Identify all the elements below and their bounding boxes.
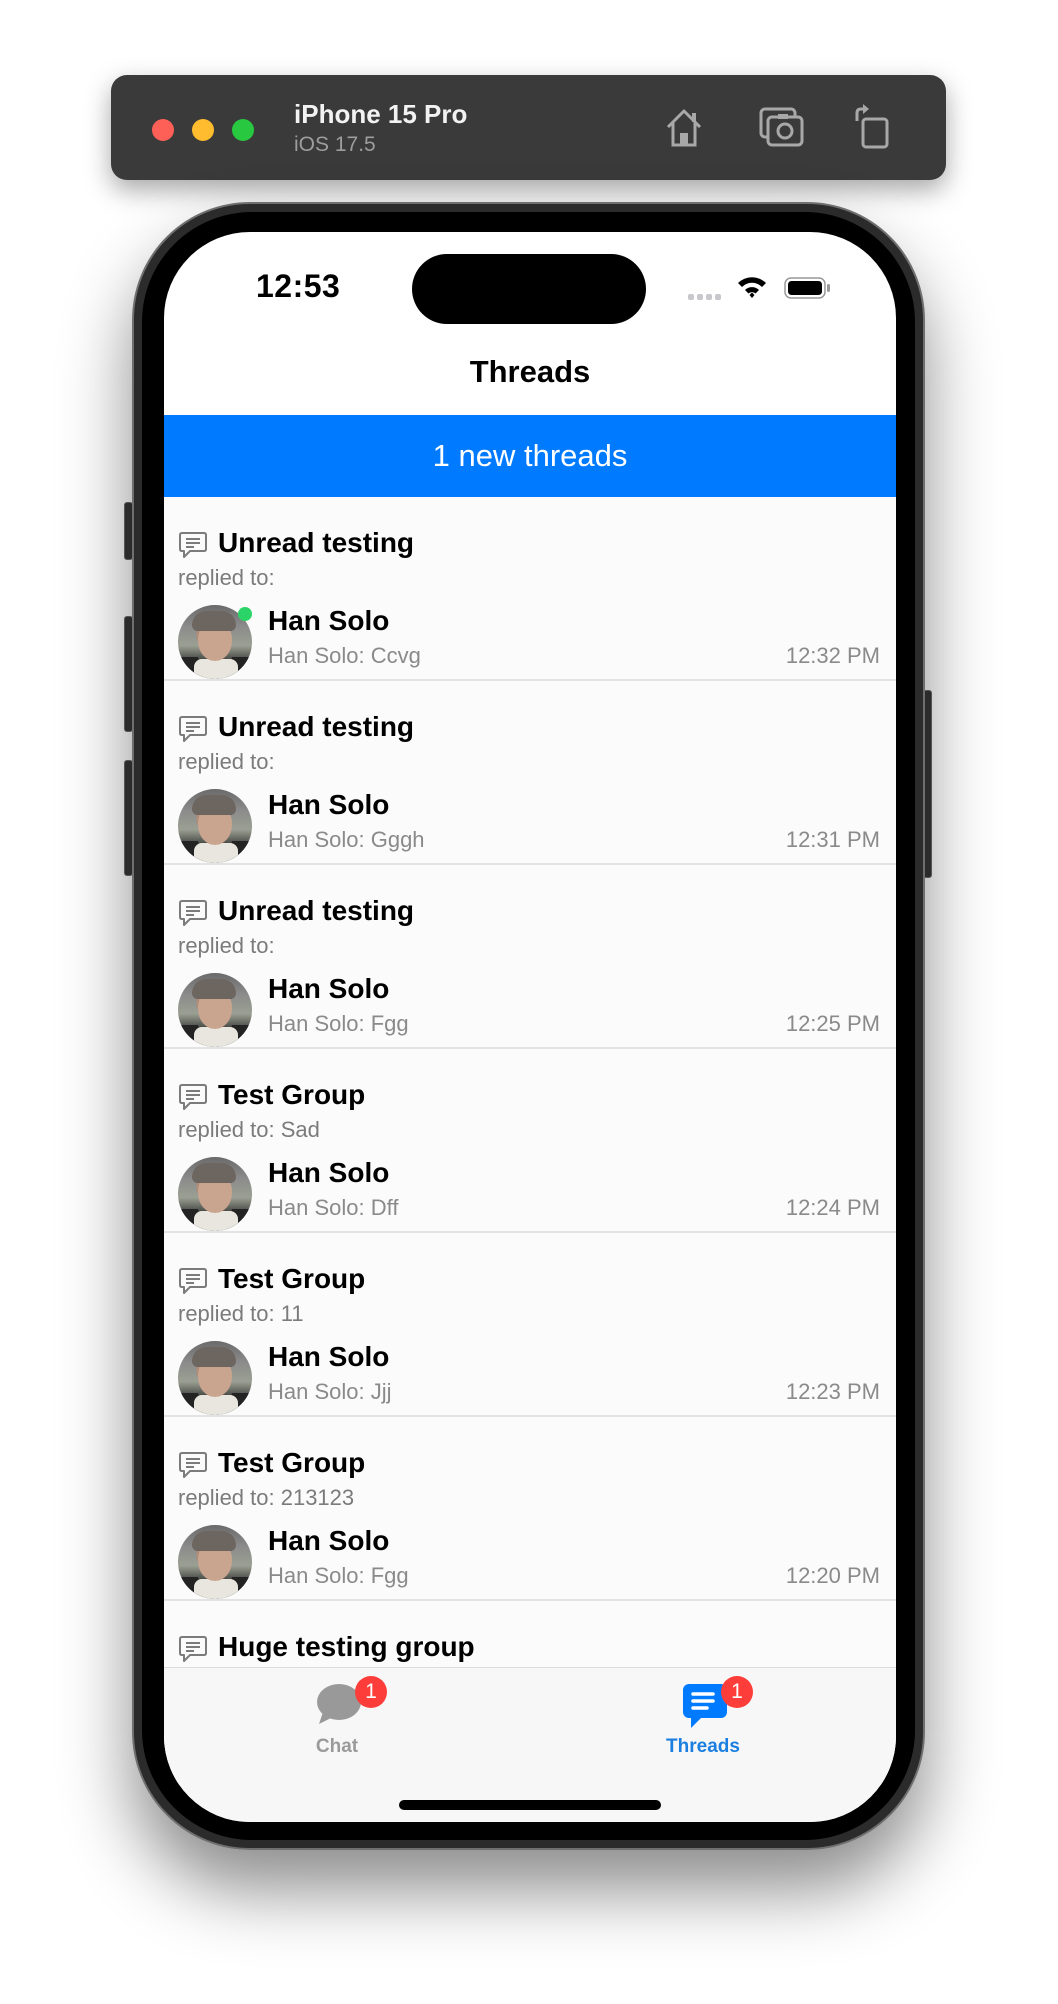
avatar	[178, 1157, 252, 1231]
thread-row[interactable]: Unread testing replied to: Han Solo Han …	[164, 681, 896, 865]
user-name: Han Solo	[268, 1525, 390, 1556]
home-button[interactable]	[660, 103, 708, 151]
last-message: Han Solo: Gggh	[268, 827, 425, 852]
avatar	[178, 1341, 252, 1415]
cellular-signal-icon	[688, 294, 721, 300]
thread-row[interactable]: Test Group replied to: 213123 Han Solo H…	[164, 1417, 896, 1601]
last-message: Han Solo: Dff	[268, 1195, 399, 1220]
close-window-button[interactable]	[152, 119, 174, 141]
thread-title: Unread testing	[218, 895, 415, 926]
thread-icon	[179, 532, 207, 558]
home-icon	[666, 109, 702, 147]
avatar	[178, 789, 252, 863]
minimize-window-button[interactable]	[192, 119, 214, 141]
os-version: iOS 17.5	[294, 133, 376, 156]
tab-label: Chat	[315, 1736, 359, 1757]
device-name: iPhone 15 Pro	[294, 99, 468, 129]
thread-icon	[179, 1636, 207, 1662]
thread-title: Test Group	[218, 1447, 366, 1478]
thread-row[interactable]: Test Group replied to: Sad Han Solo Han …	[164, 1049, 896, 1233]
message-time: 12:24 PM	[785, 1195, 880, 1220]
avatar	[178, 973, 252, 1047]
phone-screen: 12:53 Threads 1 new threads Unread testi…	[164, 232, 896, 1822]
message-time: 12:32 PM	[785, 643, 880, 668]
avatar	[178, 1525, 252, 1599]
tab-threads[interactable]: 1 Threads	[603, 1668, 803, 1768]
dynamic-island	[412, 254, 646, 324]
battery-icon	[784, 277, 830, 299]
thread-row[interactable]: Test Group replied to: 11 Han Solo Han S…	[164, 1233, 896, 1417]
thread-icon	[179, 900, 207, 926]
thread-list: Unread testing replied to: Han Solo Han …	[164, 497, 896, 1785]
user-name: Han Solo	[268, 973, 390, 1004]
message-time: 12:25 PM	[785, 1011, 880, 1036]
online-status-indicator	[238, 607, 252, 621]
tab-label: Threads	[666, 1736, 740, 1757]
new-threads-banner[interactable]: 1 new threads	[164, 415, 896, 497]
rotate-icon	[855, 104, 889, 149]
threads-unread-badge: 1	[721, 1676, 753, 1708]
message-time: 12:23 PM	[785, 1379, 880, 1404]
page-title: Threads	[469, 354, 591, 389]
message-time: 12:31 PM	[785, 827, 880, 852]
thread-title: Test Group	[218, 1263, 366, 1294]
screenshot-icon	[759, 107, 804, 147]
thread-icon	[179, 716, 207, 742]
thread-title: Huge testing group	[218, 1631, 475, 1662]
thread-replied-to: replied to: 213123	[178, 1485, 355, 1510]
simulator-toolbar: iPhone 15 Pro iOS 17.5	[111, 75, 946, 180]
wifi-icon	[738, 277, 766, 298]
last-message: Han Solo: Fgg	[268, 1011, 409, 1036]
thread-icon	[179, 1452, 207, 1478]
thread-title: Unread testing	[218, 711, 415, 742]
zoom-window-button[interactable]	[232, 119, 254, 141]
thread-title: Test Group	[218, 1079, 366, 1110]
user-name: Han Solo	[268, 1157, 390, 1188]
user-name: Han Solo	[268, 1341, 390, 1372]
user-name: Han Solo	[268, 789, 390, 820]
thread-icon	[179, 1084, 207, 1110]
last-message: Han Solo: Jjj	[268, 1379, 392, 1404]
thread-row[interactable]: Unread testing replied to: Han Solo Han …	[164, 865, 896, 1049]
last-message: Han Solo: Ccvg	[268, 643, 421, 668]
thread-replied-to: replied to:	[178, 565, 275, 590]
thread-replied-to: replied to: 11	[178, 1301, 304, 1326]
status-time: 12:53	[256, 268, 341, 304]
rotate-button[interactable]	[849, 103, 897, 151]
thread-replied-to: replied to: Sad	[178, 1117, 320, 1142]
thread-title: Unread testing	[218, 527, 415, 558]
thread-icon	[179, 1268, 207, 1294]
thread-row[interactable]: Unread testing replied to: Han Solo Han …	[164, 497, 896, 681]
tab-bar: 1 Chat 1 Threads	[164, 1667, 896, 1822]
message-time: 12:20 PM	[785, 1563, 880, 1588]
thread-replied-to: replied to:	[178, 749, 275, 774]
last-message: Han Solo: Fgg	[268, 1563, 409, 1588]
home-indicator[interactable]	[399, 1800, 661, 1810]
chat-unread-badge: 1	[355, 1676, 387, 1708]
tab-chat[interactable]: 1 Chat	[237, 1668, 437, 1768]
user-name: Han Solo	[268, 605, 390, 636]
screenshot-button[interactable]	[758, 103, 806, 151]
thread-replied-to: replied to:	[178, 933, 275, 958]
